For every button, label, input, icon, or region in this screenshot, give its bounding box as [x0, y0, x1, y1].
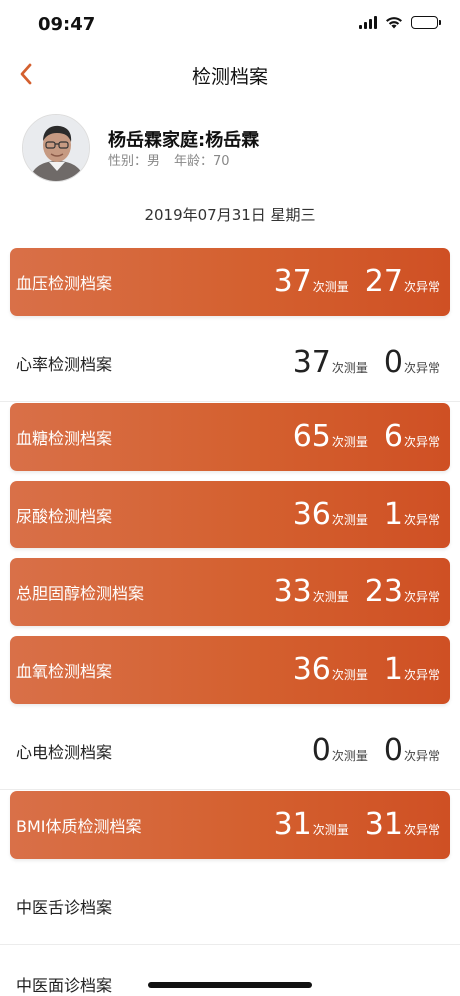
- record-label: 血糖检测档案: [16, 428, 113, 448]
- record-stats: 36 次测量 1 次异常: [292, 651, 440, 687]
- record-row[interactable]: 中医面诊档案: [0, 945, 460, 996]
- records-list: 血压检测档案 37 次测量 27 次异常 心率检测档案 37 次测量 0 次异常 血糖检测档案 65 次…: [0, 247, 460, 996]
- record-row[interactable]: 心电检测档案 0 次测量 0 次异常: [0, 713, 460, 791]
- record-row[interactable]: 尿酸检测档案 36 次测量 1 次异常: [0, 480, 460, 558]
- status-bar: 09:47: [0, 0, 460, 48]
- signal-icon: [359, 16, 377, 29]
- record-label: BMI体质检测档案: [16, 816, 142, 836]
- measured-count: 31 次测量: [273, 806, 349, 842]
- avatar[interactable]: [22, 114, 90, 182]
- abnormal-number: 1: [383, 651, 403, 687]
- record-row[interactable]: 血压检测档案 37 次测量 27 次异常: [0, 247, 460, 325]
- record-row[interactable]: 心率检测档案 37 次测量 0 次异常: [0, 325, 460, 403]
- abnormal-count: 0 次异常: [383, 732, 440, 768]
- measured-number: 31: [273, 806, 312, 842]
- abnormal-number: 27: [364, 263, 403, 299]
- abnormal-unit: 次异常: [403, 590, 440, 605]
- profile-name: 杨岳霖家庭:杨岳霖: [108, 130, 260, 151]
- record-row[interactable]: BMI体质检测档案 31 次测量 31 次异常: [0, 790, 460, 868]
- measured-unit: 次测量: [331, 667, 368, 682]
- measured-number: 37: [292, 344, 331, 380]
- measured-number: 0: [311, 732, 331, 768]
- measured-unit: 次测量: [331, 748, 368, 763]
- abnormal-unit: 次异常: [403, 434, 440, 449]
- measured-unit: 次测量: [312, 590, 349, 605]
- measured-unit: 次测量: [312, 822, 349, 837]
- abnormal-number: 6: [383, 418, 403, 454]
- abnormal-number: 0: [383, 344, 403, 380]
- record-row[interactable]: 血氧检测档案 36 次测量 1 次异常: [0, 635, 460, 713]
- measured-unit: 次测量: [312, 279, 349, 294]
- page-title: 检测档案: [191, 66, 268, 88]
- profile-gender: 性别：男: [108, 154, 161, 169]
- status-icons: [359, 16, 441, 29]
- record-stats: 37 次测量 0 次异常: [292, 344, 440, 380]
- abnormal-number: 31: [364, 806, 403, 842]
- measured-number: 37: [273, 263, 312, 299]
- abnormal-count: 23 次异常: [365, 575, 440, 609]
- measured-count: 36 次测量: [292, 496, 368, 532]
- measured-count: 37 次测量: [273, 263, 349, 299]
- abnormal-unit: 次异常: [403, 748, 440, 763]
- record-stats: 37 次测量 27 次异常: [273, 263, 440, 299]
- measured-number: 36: [292, 496, 331, 532]
- record-label: 总胆固醇检测档案: [16, 584, 145, 604]
- profile-header: 杨岳霖家庭:杨岳霖 性别：男 年龄：70: [22, 114, 442, 184]
- record-stats: 0 次测量 0 次异常: [311, 732, 440, 768]
- record-label: 心电检测档案: [16, 742, 113, 762]
- measured-count: 36 次测量: [292, 651, 368, 687]
- measured-count: 33 次测量: [274, 575, 349, 609]
- record-stats: 65 次测量 6 次异常: [292, 418, 440, 454]
- record-label: 中医舌诊档案: [16, 898, 113, 918]
- abnormal-unit: 次异常: [403, 279, 440, 294]
- record-label: 血压检测档案: [16, 273, 113, 293]
- abnormal-count: 31 次异常: [364, 806, 440, 842]
- status-time: 09:47: [38, 14, 96, 35]
- navigation-bar: 检测档案: [0, 52, 460, 96]
- measured-unit: 次测量: [331, 434, 368, 449]
- battery-icon: [411, 16, 441, 29]
- record-stats: 33 次测量 23 次异常: [274, 575, 440, 609]
- record-label: 尿酸检测档案: [16, 506, 113, 526]
- person-photo: [23, 115, 89, 181]
- measured-count: 0 次测量: [311, 732, 368, 768]
- measured-number: 65: [292, 418, 331, 454]
- record-stats: 31 次测量 31 次异常: [273, 806, 440, 842]
- record-row[interactable]: 总胆固醇检测档案 33 次测量 23 次异常: [0, 557, 460, 635]
- measured-number: 33: [273, 574, 312, 610]
- measured-count: 37 次测量: [292, 344, 368, 380]
- record-row[interactable]: 血糖检测档案 65 次测量 6 次异常: [0, 402, 460, 480]
- record-label: 血氧检测档案: [16, 661, 113, 681]
- abnormal-number: 1: [383, 496, 403, 532]
- measured-unit: 次测量: [331, 512, 368, 527]
- record-row[interactable]: 中医舌诊档案: [0, 868, 460, 946]
- record-stats: 36 次测量 1 次异常: [292, 496, 440, 532]
- home-indicator: [148, 982, 312, 988]
- date-label: 2019年07月31日 星期三: [144, 206, 316, 224]
- abnormal-unit: 次异常: [403, 360, 440, 375]
- abnormal-count: 27 次异常: [364, 263, 440, 299]
- profile-age: 年龄：70: [174, 154, 230, 169]
- measured-count: 65 次测量: [292, 418, 368, 454]
- abnormal-number: 23: [364, 574, 403, 610]
- abnormal-count: 1 次异常: [383, 651, 440, 687]
- record-label: 中医面诊档案: [16, 975, 113, 995]
- measured-unit: 次测量: [331, 360, 368, 375]
- abnormal-number: 0: [383, 732, 403, 768]
- abnormal-unit: 次异常: [403, 512, 440, 527]
- abnormal-unit: 次异常: [403, 667, 440, 682]
- abnormal-count: 0 次异常: [383, 344, 440, 380]
- profile-meta: 性别：男 年龄：70: [108, 150, 230, 169]
- measured-number: 36: [292, 651, 331, 687]
- abnormal-count: 6 次异常: [383, 418, 440, 454]
- abnormal-unit: 次异常: [403, 822, 440, 837]
- abnormal-count: 1 次异常: [383, 496, 440, 532]
- record-label: 心率检测档案: [16, 354, 113, 374]
- wifi-icon: [386, 17, 402, 29]
